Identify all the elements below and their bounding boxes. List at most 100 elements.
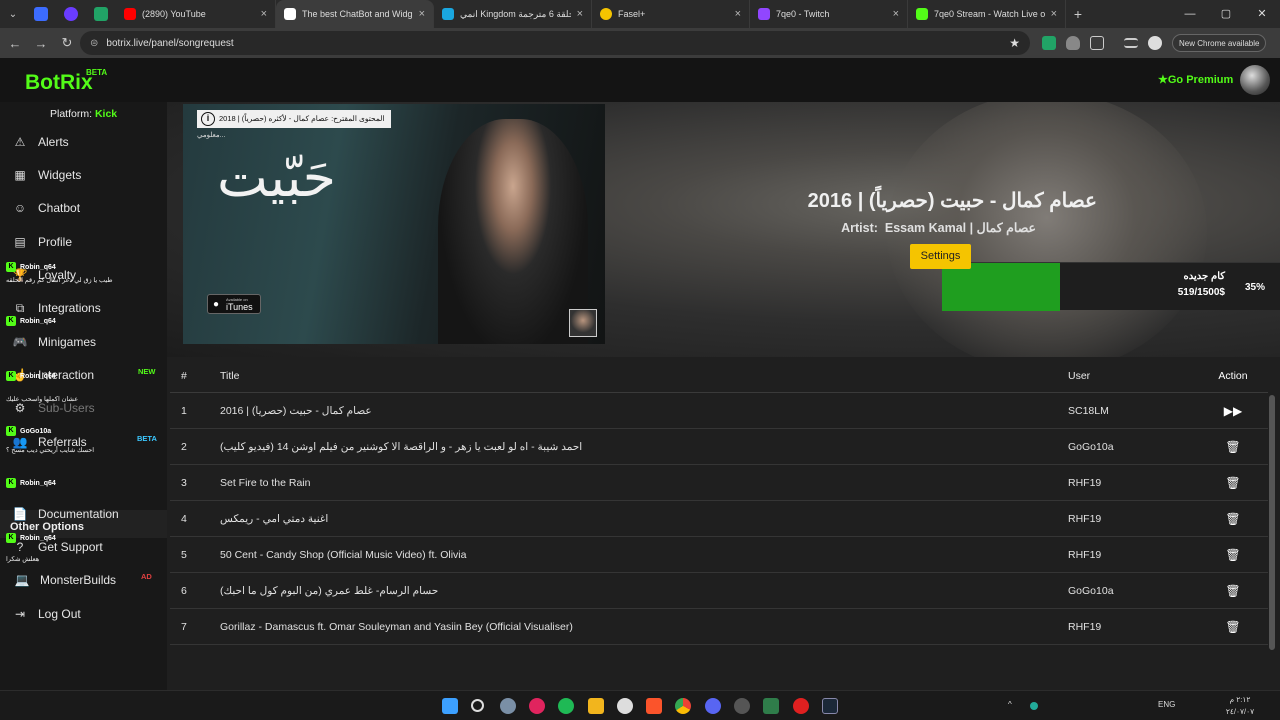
back-button[interactable]: ← bbox=[2, 36, 28, 51]
site-info-icon[interactable]: ⊜ bbox=[90, 38, 98, 49]
chrome-icon[interactable] bbox=[675, 698, 691, 714]
thumbnail-info-bar[interactable]: i المحتوى المقترح: عصام كمال - لأكثره (ح… bbox=[197, 110, 391, 128]
platform-indicator: Platform: Kick bbox=[50, 108, 117, 120]
close-window-button[interactable]: ✕ bbox=[1244, 0, 1280, 28]
extensions-puzzle-icon[interactable] bbox=[1090, 36, 1104, 50]
tab-close-icon[interactable]: × bbox=[1051, 8, 1057, 20]
youtube-music-icon[interactable] bbox=[793, 698, 809, 714]
tab-close-icon[interactable]: × bbox=[419, 8, 425, 20]
widgets-grid-icon: ▦ bbox=[14, 168, 26, 182]
app-icon[interactable] bbox=[529, 698, 545, 714]
shield-extension-icon[interactable] bbox=[1066, 36, 1080, 50]
sidebar-item-minigames[interactable]: 🎮 Minigames bbox=[12, 331, 162, 353]
file-explorer-icon[interactable] bbox=[588, 698, 604, 714]
reading-list-icon[interactable] bbox=[1124, 38, 1138, 48]
go-premium-link[interactable]: ★Go Premium bbox=[1158, 73, 1233, 86]
maximize-button[interactable]: ▢ bbox=[1208, 0, 1244, 28]
sidebar: Platform: Kick ⚠ Alerts ▦ Widgets ☺ Chatbot… bbox=[0, 102, 167, 690]
itunes-label: iTunes bbox=[226, 302, 253, 312]
tray-app-icon[interactable] bbox=[1030, 702, 1038, 710]
start-menu-icon[interactable] bbox=[442, 698, 458, 714]
pinned-favicon bbox=[94, 7, 108, 21]
new-tab-button[interactable]: + bbox=[1066, 6, 1090, 22]
pinned-tab-1[interactable] bbox=[26, 0, 56, 28]
profile-avatar-icon[interactable] bbox=[1148, 36, 1162, 50]
botrix-logo[interactable]: BotRix bbox=[25, 71, 93, 95]
row-number: 3 bbox=[181, 476, 187, 489]
tab-label: 7qe0 - Twitch bbox=[776, 9, 830, 19]
row-number: 6 bbox=[181, 584, 187, 597]
tab-youtube[interactable]: (2890) YouTube × bbox=[116, 0, 276, 28]
tab-close-icon[interactable]: × bbox=[893, 8, 899, 20]
tab-search-button[interactable]: ⌄ bbox=[0, 0, 26, 28]
trash-icon[interactable]: 🗑 bbox=[1198, 548, 1268, 562]
song-title: Gorillaz - Damascus ft. Omar Souleyman a… bbox=[220, 620, 573, 633]
language-indicator[interactable]: ENG bbox=[1158, 700, 1175, 709]
tab-label: 7qe0 Stream - Watch Live on K bbox=[934, 9, 1045, 19]
ad-badge: AD bbox=[141, 572, 152, 581]
table-row: 1 عصام كمال - حبيت (حصرياً) | 2016 SC18L… bbox=[170, 393, 1268, 429]
forward-button[interactable]: → bbox=[28, 36, 54, 51]
tab-close-icon[interactable]: × bbox=[577, 8, 583, 20]
system-clock[interactable]: ٢:١٢ م ٢٤/٠٧/٠٧ bbox=[1222, 694, 1258, 718]
steam-app-icon[interactable] bbox=[822, 698, 838, 714]
sidebar-item-label: Profile bbox=[38, 235, 73, 249]
trash-icon[interactable]: 🗑 bbox=[1198, 440, 1268, 454]
steam-icon[interactable] bbox=[617, 698, 633, 714]
tab-fasel[interactable]: Fasel+ × bbox=[592, 0, 750, 28]
trash-icon[interactable]: 🗑 bbox=[1198, 476, 1268, 490]
sidebar-item-documentation[interactable]: 📄 Documentation bbox=[12, 503, 162, 525]
trash-icon[interactable]: 🗑 bbox=[1198, 620, 1268, 634]
sidebar-item-log-out[interactable]: ⇥ Log Out bbox=[12, 603, 162, 625]
browser-toolbar: ← → ↻ ⊜ botrix.live/panel/songrequest ★ … bbox=[0, 28, 1280, 58]
settings-button[interactable]: Settings bbox=[910, 244, 971, 269]
address-bar[interactable]: ⊜ botrix.live/panel/songrequest ★ bbox=[80, 31, 1030, 55]
sidebar-item-label: Log Out bbox=[38, 607, 81, 621]
new-chrome-available-button[interactable]: New Chrome available bbox=[1172, 34, 1267, 52]
chat-text: طيب يا زق لي دعر اسال كم رقم الحلقه bbox=[6, 277, 113, 284]
user-avatar[interactable] bbox=[1240, 65, 1270, 95]
sidebar-item-profile[interactable]: ▤ Profile bbox=[12, 231, 162, 253]
tab-twitch[interactable]: 7qe0 - Twitch × bbox=[750, 0, 908, 28]
kick-icon: K bbox=[6, 533, 16, 543]
search-icon[interactable] bbox=[471, 699, 484, 712]
sidebar-item-widgets[interactable]: ▦ Widgets bbox=[12, 164, 162, 186]
skip-forward-icon[interactable]: ▶▶ bbox=[1198, 404, 1268, 418]
reload-button[interactable]: ↻ bbox=[54, 35, 80, 51]
column-header-title: Title bbox=[220, 369, 240, 382]
pinned-tab-3[interactable] bbox=[86, 0, 116, 28]
trash-icon[interactable]: 🗑 bbox=[1198, 512, 1268, 526]
table-row: 7 Gorillaz - Damascus ft. Omar Souleyman… bbox=[170, 609, 1268, 645]
app-icon[interactable] bbox=[734, 698, 750, 714]
settings-gear-icon[interactable] bbox=[500, 698, 516, 714]
pinned-tab-2[interactable] bbox=[56, 0, 86, 28]
tab-close-icon[interactable]: × bbox=[735, 8, 741, 20]
info-icon: i bbox=[201, 112, 215, 126]
tray-chevron-icon[interactable]: ^ bbox=[1008, 700, 1012, 709]
tab-anime[interactable]: انمي Kingdom الحلقة 6 مترجمة × bbox=[434, 0, 592, 28]
video-thumbnail[interactable]: حَبّيت i المحتوى المقترح: عصام كمال - لأ… bbox=[183, 104, 605, 344]
app-icon[interactable] bbox=[763, 698, 779, 714]
app-icon[interactable] bbox=[558, 698, 574, 714]
requester-user: RHF19 bbox=[1068, 620, 1102, 633]
chat-overlay-message: K Robin_q64 bbox=[6, 478, 56, 488]
requester-user: RHF19 bbox=[1068, 548, 1102, 561]
thumbnail-more-text: معلومي... bbox=[197, 132, 226, 139]
tab-close-icon[interactable]: × bbox=[261, 8, 267, 20]
bookmark-star-icon[interactable]: ★ bbox=[1009, 36, 1020, 50]
sidebar-item-label: Chatbot bbox=[38, 201, 81, 215]
trash-icon[interactable]: 🗑 bbox=[1198, 584, 1268, 598]
discord-icon[interactable] bbox=[705, 698, 721, 714]
sidebar-item-alerts[interactable]: ⚠ Alerts bbox=[12, 131, 162, 153]
tab-kick[interactable]: 7qe0 Stream - Watch Live on K × bbox=[908, 0, 1066, 28]
sidebar-item-chatbot[interactable]: ☺ Chatbot bbox=[12, 197, 162, 219]
chat-username: Robin_q64 bbox=[20, 534, 56, 542]
extension-icon[interactable] bbox=[1042, 36, 1056, 50]
brave-browser-icon[interactable] bbox=[646, 698, 662, 714]
page-scrollbar[interactable] bbox=[1269, 395, 1275, 650]
minimize-button[interactable]: — bbox=[1172, 0, 1208, 28]
profile-card-icon: ▤ bbox=[14, 235, 26, 249]
tab-botrix[interactable]: The best ChatBot and Widg × bbox=[276, 0, 434, 28]
now-playing-title: عصام كمال - حبيت (حصرياً) | 2016 bbox=[807, 190, 1097, 212]
goal-progress-fill bbox=[942, 263, 1061, 311]
